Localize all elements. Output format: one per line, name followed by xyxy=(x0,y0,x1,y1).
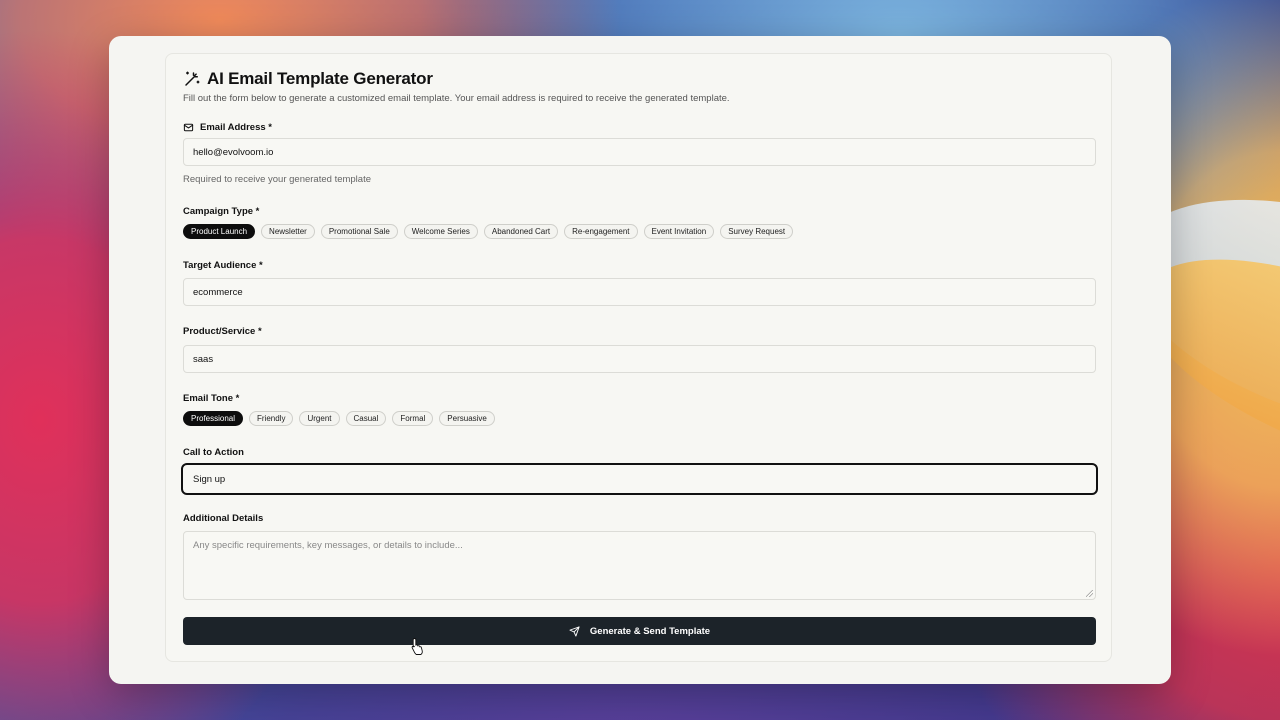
page-title: AI Email Template Generator xyxy=(207,69,433,88)
additional-details-label: Additional Details xyxy=(183,513,264,524)
campaign-type-options: Product Launch Newsletter Promotional Sa… xyxy=(183,224,794,239)
additional-details-textarea[interactable]: Any specific requirements, key messages,… xyxy=(183,531,1096,600)
send-icon xyxy=(569,625,580,637)
email-label-text: Email Address * xyxy=(200,122,272,133)
resize-handle[interactable] xyxy=(1086,590,1093,597)
chip-re-engagement[interactable]: Re-engagement xyxy=(564,224,638,239)
email-label: Email Address * xyxy=(183,122,272,133)
email-field-value: hello@evolvoom.io xyxy=(193,146,274,158)
chip-promotional-sale[interactable]: Promotional Sale xyxy=(320,224,398,239)
product-service-field[interactable]: saas xyxy=(183,345,1096,373)
chip-casual[interactable]: Casual xyxy=(345,411,387,426)
chip-abandoned-cart[interactable]: Abandoned Cart xyxy=(483,224,559,239)
chip-persuasive[interactable]: Persuasive xyxy=(439,411,495,426)
chip-product-launch[interactable]: Product Launch xyxy=(183,224,256,239)
call-to-action-field[interactable]: Sign up xyxy=(181,463,1098,495)
campaign-type-label: Campaign Type * xyxy=(183,206,260,217)
email-tone-label: Email Tone * xyxy=(183,393,240,404)
email-hint: Required to receive your generated templ… xyxy=(183,174,372,185)
chip-formal[interactable]: Formal xyxy=(392,411,434,426)
generate-send-label: Generate & Send Template xyxy=(589,625,711,637)
chip-survey-request[interactable]: Survey Request xyxy=(720,224,794,239)
call-to-action-value: Sign up xyxy=(193,473,226,485)
chip-welcome-series[interactable]: Welcome Series xyxy=(403,224,478,239)
product-service-value: saas xyxy=(193,353,214,365)
product-service-label: Product/Service * xyxy=(183,326,262,337)
email-tone-options: Professional Friendly Urgent Casual Form… xyxy=(183,411,495,426)
call-to-action-label: Call to Action xyxy=(183,447,244,458)
target-audience-value: ecommerce xyxy=(193,286,243,298)
chip-friendly[interactable]: Friendly xyxy=(249,411,294,426)
chip-newsletter[interactable]: Newsletter xyxy=(261,224,315,239)
chip-urgent[interactable]: Urgent xyxy=(299,411,340,426)
page-subtitle: Fill out the form below to generate a cu… xyxy=(183,93,730,104)
mail-icon xyxy=(183,123,194,132)
generate-send-button[interactable]: Generate & Send Template xyxy=(183,617,1096,645)
chip-professional[interactable]: Professional xyxy=(183,411,244,426)
email-field[interactable]: hello@evolvoom.io xyxy=(183,138,1096,166)
form-card: AI Email Template Generator Fill out the… xyxy=(165,53,1112,662)
chip-event-invitation[interactable]: Event Invitation xyxy=(643,224,715,239)
additional-details-placeholder: Any specific requirements, key messages,… xyxy=(193,540,463,551)
form-header: AI Email Template Generator xyxy=(183,69,433,89)
app-window: AI Email Template Generator Fill out the… xyxy=(109,36,1171,684)
target-audience-label: Target Audience * xyxy=(183,260,263,271)
magic-wand-icon xyxy=(185,71,200,86)
hand-pointer-icon xyxy=(411,638,423,655)
target-audience-field[interactable]: ecommerce xyxy=(183,278,1096,306)
